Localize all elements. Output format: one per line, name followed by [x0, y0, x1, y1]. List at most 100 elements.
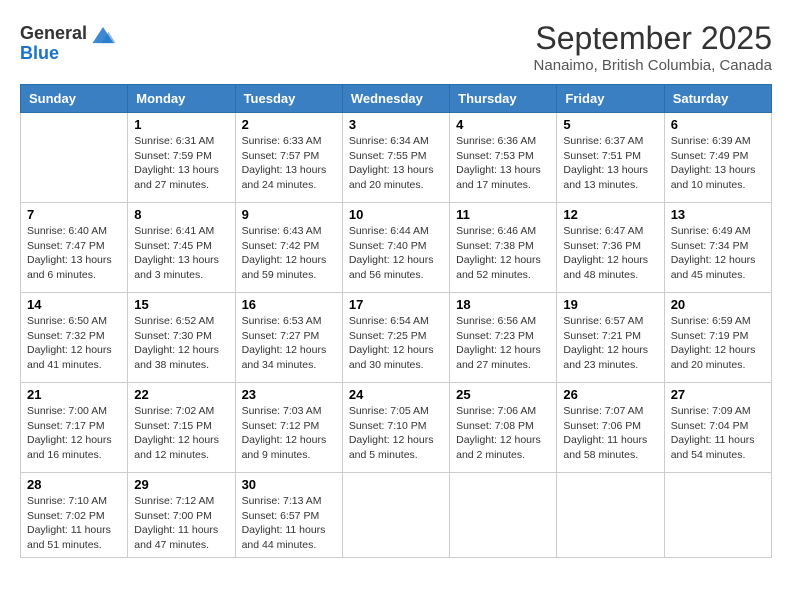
calendar-cell: 8 Sunrise: 6:41 AMSunset: 7:45 PMDaylight… — [128, 203, 235, 293]
week-row-3: 14Sunrise: 6:50 AMSunset: 7:32 PMDayligh… — [21, 293, 772, 383]
calendar-cell: 3 Sunrise: 6:34 AMSunset: 7:55 PMDaylight… — [342, 113, 449, 203]
calendar-subtitle: Nanaimo, British Columbia, Canada — [534, 57, 772, 74]
calendar-cell: 10 Sunrise: 6:44 AMSunset: 7:40 PMDayligh… — [342, 203, 449, 293]
column-header-sunday: Sunday — [21, 85, 128, 113]
column-header-wednesday: Wednesday — [342, 85, 449, 113]
calendar-cell: 20 Sunrise: 6:59 AMSunset: 7:19 PMDayligh… — [664, 293, 771, 383]
day-number: 15 — [134, 297, 228, 312]
column-header-monday: Monday — [128, 85, 235, 113]
day-info: Sunrise: 6:57 AMSunset: 7:21 PMDaylight:… — [563, 314, 657, 373]
day-number: 28 — [27, 477, 121, 492]
title-block: September 2025 Nanaimo, British Columbia… — [534, 20, 772, 74]
day-info: Sunrise: 6:34 AMSunset: 7:55 PMDaylight:… — [349, 134, 443, 193]
week-row-4: 21Sunrise: 7:00 AMSunset: 7:17 PMDayligh… — [21, 383, 772, 473]
calendar-body: 1 Sunrise: 6:31 AMSunset: 7:59 PMDaylight… — [21, 113, 772, 558]
calendar-cell: 2 Sunrise: 6:33 AMSunset: 7:57 PMDaylight… — [235, 113, 342, 203]
calendar-cell — [664, 473, 771, 558]
week-row-5: 28 Sunrise: 7:10 AMSunset: 7:02 PMDayligh… — [21, 473, 772, 558]
day-info: Sunrise: 6:40 AMSunset: 7:47 PMDaylight:… — [27, 224, 121, 283]
day-number: 2 — [242, 117, 336, 132]
column-header-thursday: Thursday — [450, 85, 557, 113]
day-info: Sunrise: 6:44 AMSunset: 7:40 PMDaylight:… — [349, 224, 443, 283]
day-info: Sunrise: 6:39 AMSunset: 7:49 PMDaylight:… — [671, 134, 765, 193]
calendar-cell: 15 Sunrise: 6:52 AMSunset: 7:30 PMDayligh… — [128, 293, 235, 383]
calendar-title: September 2025 — [534, 20, 772, 57]
day-info: Sunrise: 6:47 AMSunset: 7:36 PMDaylight:… — [563, 224, 657, 283]
day-number: 3 — [349, 117, 443, 132]
day-number: 25 — [456, 387, 550, 402]
logo-text: General — [20, 24, 87, 44]
calendar-cell: 12 Sunrise: 6:47 AMSunset: 7:36 PMDayligh… — [557, 203, 664, 293]
column-header-tuesday: Tuesday — [235, 85, 342, 113]
day-number: 18 — [456, 297, 550, 312]
day-info: Sunrise: 6:33 AMSunset: 7:57 PMDaylight:… — [242, 134, 336, 193]
day-info: Sunrise: 7:03 AMSunset: 7:12 PMDaylight:… — [242, 404, 336, 463]
calendar-cell — [450, 473, 557, 558]
calendar-cell — [557, 473, 664, 558]
calendar-cell: 24Sunrise: 7:05 AMSunset: 7:10 PMDayligh… — [342, 383, 449, 473]
day-number: 6 — [671, 117, 765, 132]
day-info: Sunrise: 6:36 AMSunset: 7:53 PMDaylight:… — [456, 134, 550, 193]
calendar-cell: 21Sunrise: 7:00 AMSunset: 7:17 PMDayligh… — [21, 383, 128, 473]
day-info: Sunrise: 7:07 AMSunset: 7:06 PMDaylight:… — [563, 404, 657, 463]
calendar-cell — [21, 113, 128, 203]
day-number: 1 — [134, 117, 228, 132]
day-info: Sunrise: 6:41 AMSunset: 7:45 PMDaylight:… — [134, 224, 228, 283]
calendar-cell: 7 Sunrise: 6:40 AMSunset: 7:47 PMDaylight… — [21, 203, 128, 293]
calendar-cell: 27 Sunrise: 7:09 AMSunset: 7:04 PMDayligh… — [664, 383, 771, 473]
day-number: 13 — [671, 207, 765, 222]
day-number: 21 — [27, 387, 121, 402]
day-info: Sunrise: 6:43 AMSunset: 7:42 PMDaylight:… — [242, 224, 336, 283]
day-number: 4 — [456, 117, 550, 132]
day-info: Sunrise: 6:31 AMSunset: 7:59 PMDaylight:… — [134, 134, 228, 193]
day-number: 20 — [671, 297, 765, 312]
day-number: 16 — [242, 297, 336, 312]
calendar-cell: 13Sunrise: 6:49 AMSunset: 7:34 PMDayligh… — [664, 203, 771, 293]
column-header-saturday: Saturday — [664, 85, 771, 113]
calendar-cell: 19 Sunrise: 6:57 AMSunset: 7:21 PMDayligh… — [557, 293, 664, 383]
logo-blue-text: Blue — [20, 44, 59, 64]
calendar-cell: 11Sunrise: 6:46 AMSunset: 7:38 PMDayligh… — [450, 203, 557, 293]
day-number: 8 — [134, 207, 228, 222]
page-header: General Blue September 2025 Nanaimo, Bri… — [20, 20, 772, 74]
day-info: Sunrise: 6:52 AMSunset: 7:30 PMDaylight:… — [134, 314, 228, 373]
calendar-header: SundayMondayTuesdayWednesdayThursdayFrid… — [21, 85, 772, 113]
day-info: Sunrise: 7:09 AMSunset: 7:04 PMDaylight:… — [671, 404, 765, 463]
calendar-cell: 30 Sunrise: 7:13 AMSunset: 6:57 PMDayligh… — [235, 473, 342, 558]
calendar-cell: 9Sunrise: 6:43 AMSunset: 7:42 PMDaylight… — [235, 203, 342, 293]
calendar-cell: 6 Sunrise: 6:39 AMSunset: 7:49 PMDaylight… — [664, 113, 771, 203]
logo: General Blue — [20, 20, 117, 64]
day-number: 27 — [671, 387, 765, 402]
day-info: Sunrise: 7:05 AMSunset: 7:10 PMDaylight:… — [349, 404, 443, 463]
day-info: Sunrise: 6:37 AMSunset: 7:51 PMDaylight:… — [563, 134, 657, 193]
day-number: 22 — [134, 387, 228, 402]
day-number: 19 — [563, 297, 657, 312]
day-number: 30 — [242, 477, 336, 492]
day-number: 10 — [349, 207, 443, 222]
calendar-cell — [342, 473, 449, 558]
calendar-cell: 22 Sunrise: 7:02 AMSunset: 7:15 PMDayligh… — [128, 383, 235, 473]
day-number: 7 — [27, 207, 121, 222]
day-info: Sunrise: 7:13 AMSunset: 6:57 PMDaylight:… — [242, 494, 336, 553]
week-row-1: 1 Sunrise: 6:31 AMSunset: 7:59 PMDaylight… — [21, 113, 772, 203]
day-info: Sunrise: 6:50 AMSunset: 7:32 PMDaylight:… — [27, 314, 121, 373]
calendar-table: SundayMondayTuesdayWednesdayThursdayFrid… — [20, 84, 772, 558]
day-number: 5 — [563, 117, 657, 132]
calendar-cell: 18Sunrise: 6:56 AMSunset: 7:23 PMDayligh… — [450, 293, 557, 383]
calendar-cell: 23 Sunrise: 7:03 AMSunset: 7:12 PMDayligh… — [235, 383, 342, 473]
day-number: 12 — [563, 207, 657, 222]
day-info: Sunrise: 7:12 AMSunset: 7:00 PMDaylight:… — [134, 494, 228, 553]
day-info: Sunrise: 7:10 AMSunset: 7:02 PMDaylight:… — [27, 494, 121, 553]
day-info: Sunrise: 6:54 AMSunset: 7:25 PMDaylight:… — [349, 314, 443, 373]
calendar-cell: 25Sunrise: 7:06 AMSunset: 7:08 PMDayligh… — [450, 383, 557, 473]
calendar-cell: 29 Sunrise: 7:12 AMSunset: 7:00 PMDayligh… — [128, 473, 235, 558]
calendar-cell: 17Sunrise: 6:54 AMSunset: 7:25 PMDayligh… — [342, 293, 449, 383]
calendar-cell: 28 Sunrise: 7:10 AMSunset: 7:02 PMDayligh… — [21, 473, 128, 558]
day-number: 23 — [242, 387, 336, 402]
day-number: 29 — [134, 477, 228, 492]
week-row-2: 7 Sunrise: 6:40 AMSunset: 7:47 PMDaylight… — [21, 203, 772, 293]
day-info: Sunrise: 7:02 AMSunset: 7:15 PMDaylight:… — [134, 404, 228, 463]
day-info: Sunrise: 6:53 AMSunset: 7:27 PMDaylight:… — [242, 314, 336, 373]
header-row: SundayMondayTuesdayWednesdayThursdayFrid… — [21, 85, 772, 113]
day-info: Sunrise: 6:59 AMSunset: 7:19 PMDaylight:… — [671, 314, 765, 373]
